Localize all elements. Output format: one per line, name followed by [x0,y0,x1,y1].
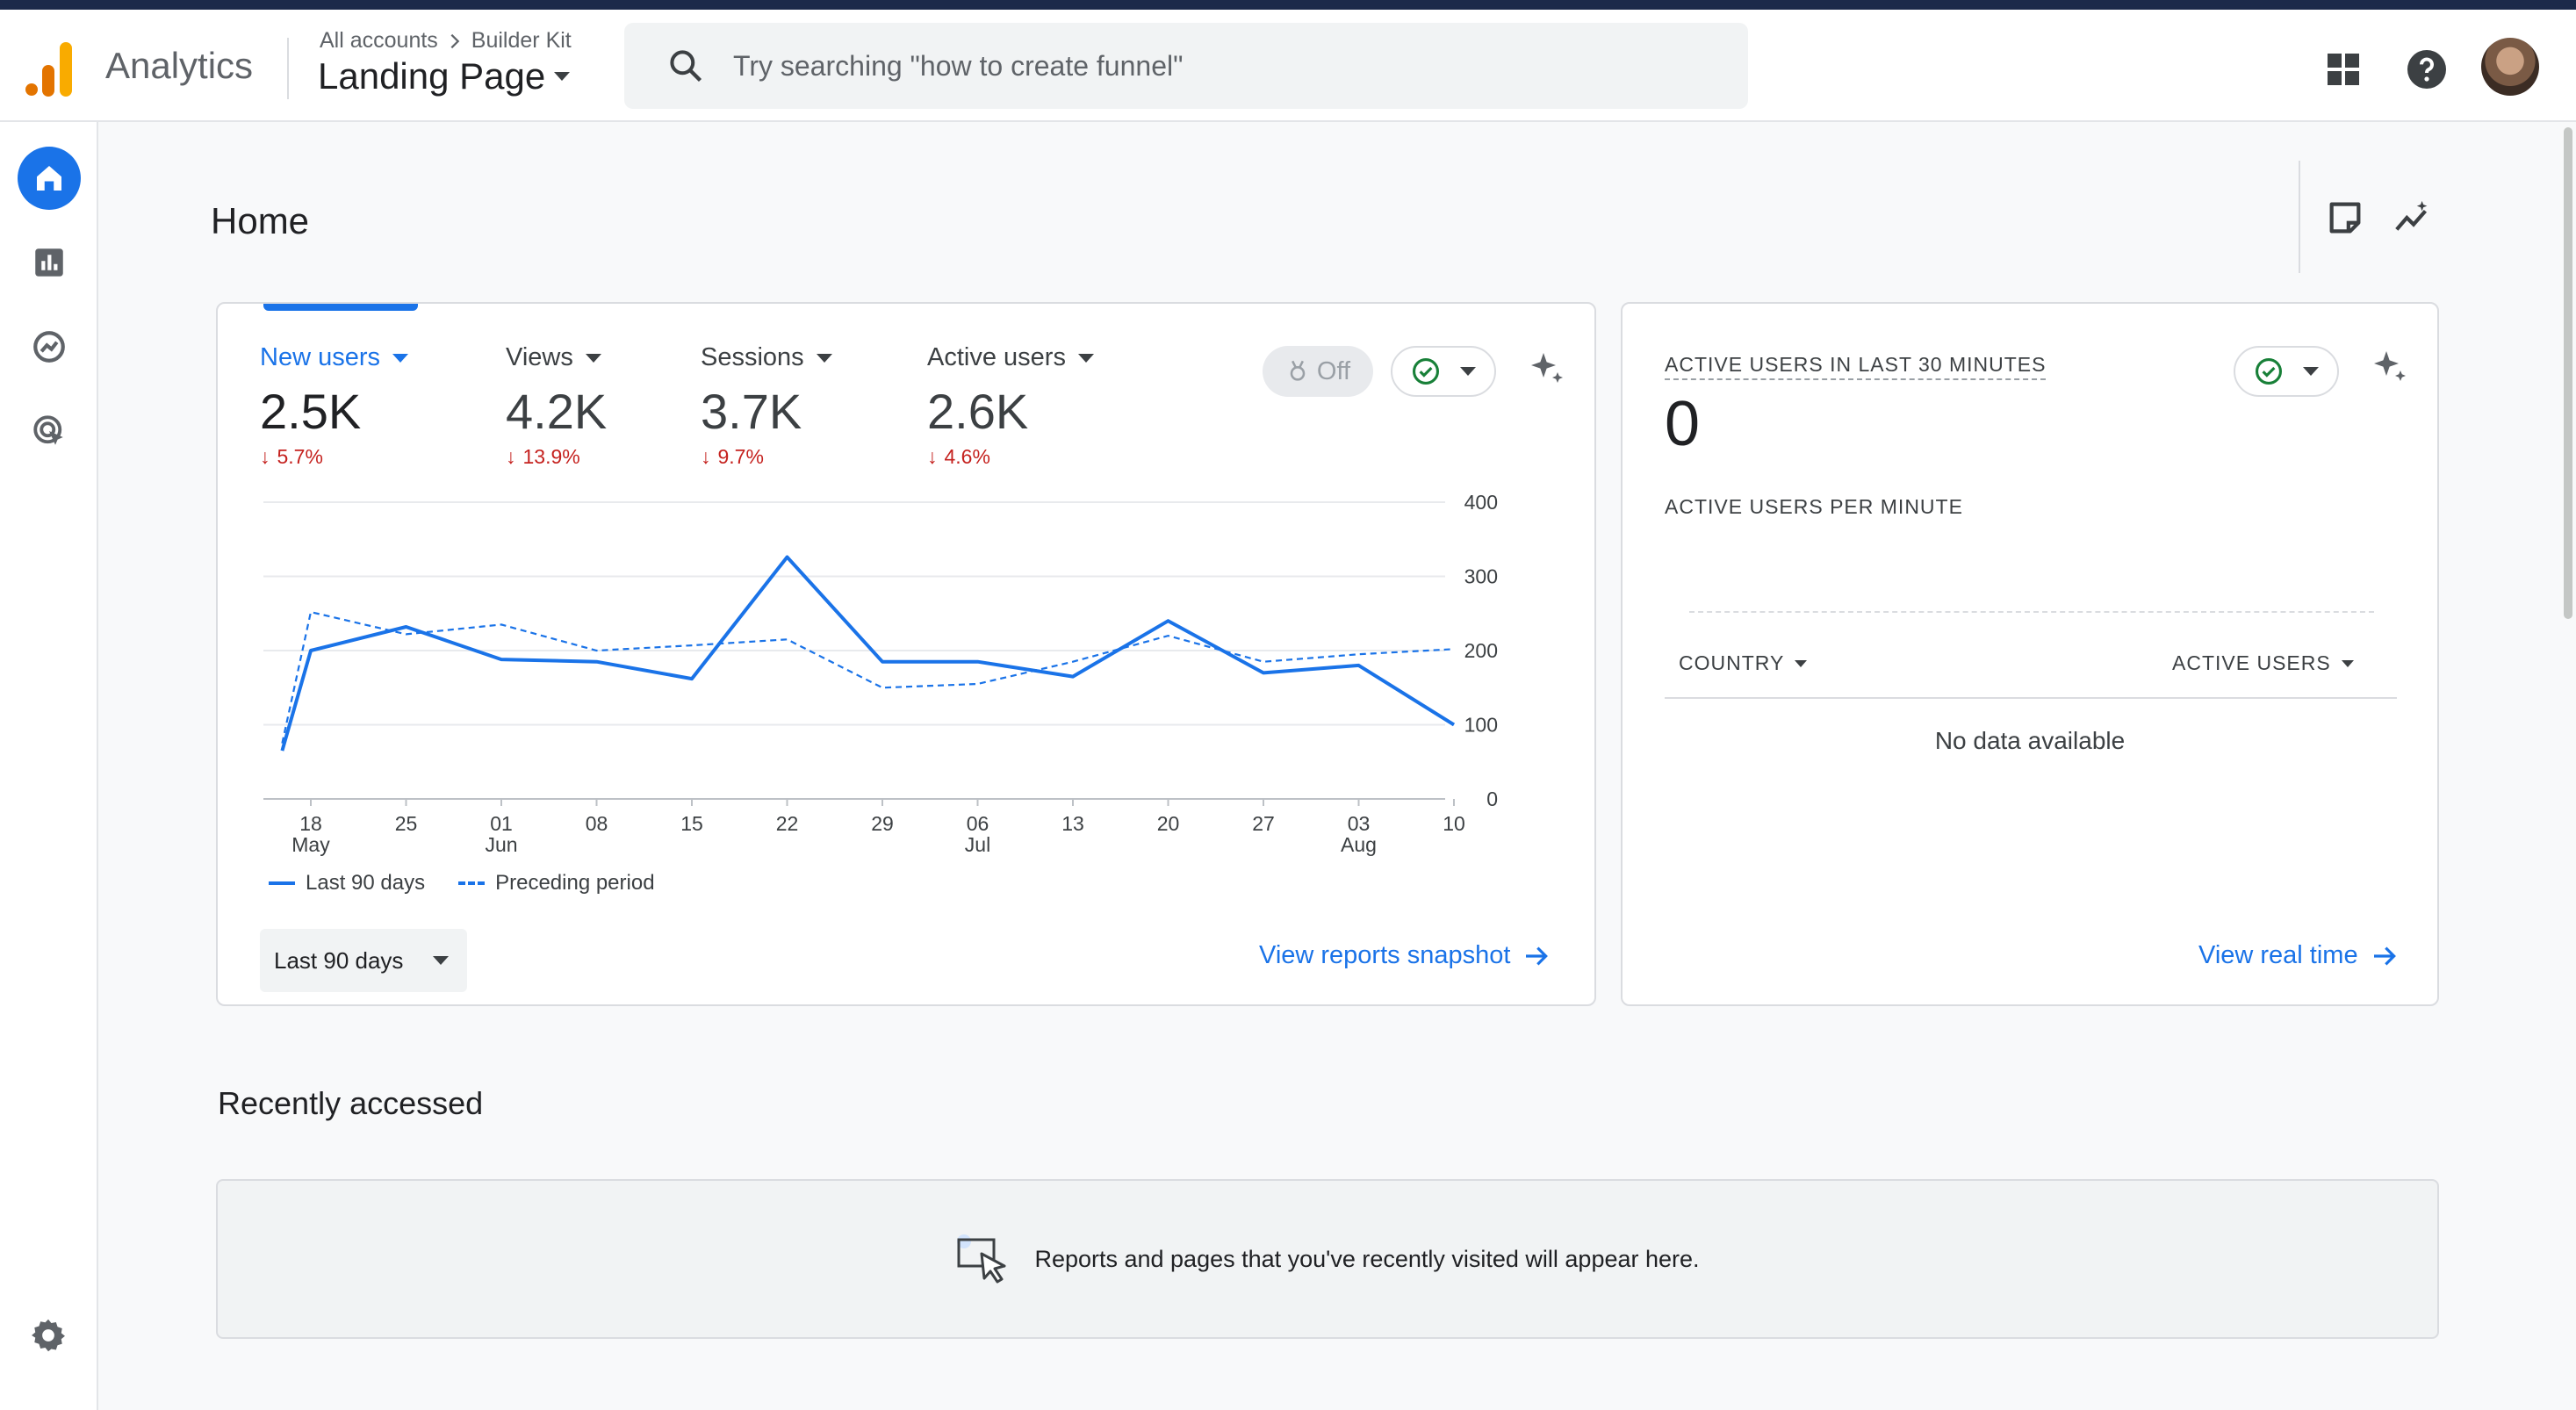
view-real-time-link[interactable]: View real time [2198,941,2399,970]
y-tick-label: 400 [1464,491,1498,514]
sparkle-icon[interactable] [2369,346,2411,388]
nav-home[interactable] [18,147,81,210]
x-tick-month-label: Jun [485,833,517,856]
x-tick-label: 15 [680,812,703,835]
realtime-title[interactable]: ACTIVE USERS IN LAST 30 MINUTES [1665,353,2047,380]
reports-icon [35,248,63,277]
caret-down-icon [433,956,450,965]
header-divider [287,38,289,99]
app-name: Analytics [105,45,254,86]
series-preceding-period-line [281,610,1455,744]
left-nav-rail [0,122,98,1410]
note-icon[interactable] [2325,198,2365,238]
caret-down-icon [2303,367,2319,376]
help-icon[interactable] [2406,48,2448,90]
x-tick-label: 29 [871,812,894,835]
analytics-logo-icon[interactable] [25,39,76,100]
apps-grid-icon[interactable] [2322,48,2364,90]
realtime-subtitle: ACTIVE USERS PER MINUTE [1665,495,1963,518]
home-icon [37,166,61,191]
insights-icon[interactable] [2393,198,2434,238]
x-tick-label: 25 [395,812,418,835]
chart-gridlines [263,501,1445,800]
check-circle-icon [2255,357,2283,385]
search-input[interactable] [733,44,1699,88]
y-tick-label: 200 [1464,639,1498,662]
advertising-icon [33,415,63,445]
recently-accessed-title: Recently accessed [218,1085,484,1121]
search-box[interactable] [624,23,1748,109]
realtime-quality-dropdown[interactable] [2234,346,2339,397]
column-header-active-users[interactable]: ACTIVE USERS [2172,651,2354,675]
breadcrumb-parent[interactable]: All accounts [320,28,438,54]
recently-accessed-panel: Reports and pages that you've recently v… [216,1179,2439,1339]
gear-icon[interactable] [28,1315,68,1356]
cursor-click-icon [957,1234,1006,1284]
explore-icon [33,331,65,363]
breadcrumb-current[interactable]: Builder Kit [471,28,572,54]
legend-solid-swatch [269,881,295,885]
legend-label-preceding: Preceding period [495,871,655,895]
x-tick-label: 22 [776,812,799,835]
x-tick-label: 01 [490,812,513,835]
caret-down-icon [554,72,571,81]
users-trend-chart: 4003002001000 18May25 01Jun08 15 22 29 06Jul1… [263,491,1498,856]
caret-down-icon [1795,659,1808,667]
arrow-right-icon [1526,946,1549,965]
breadcrumb[interactable]: All accounts Builder Kit [320,28,572,54]
caret-down-icon [2341,659,2354,667]
x-tick-label: 08 [586,812,608,835]
y-tick-label: 300 [1464,565,1498,588]
nav-reports[interactable] [18,231,81,294]
x-tick-month-label: Aug [1341,833,1377,856]
x-tick-month-label: Jul [965,833,990,856]
recently-accessed-empty-text: Reports and pages that you've recently v… [1034,1245,1700,1272]
realtime-value: 0 [1665,389,1701,459]
x-tick-label: 06 [967,812,989,835]
arrow-right-icon [2373,946,2396,965]
realtime-empty-bars [1689,611,2374,613]
app-header: Analytics All accounts Builder Kit Landi… [0,10,2576,122]
y-axis-ticks: 400 300 200 100 0 [1464,491,1498,810]
x-tick-label: 03 [1348,812,1371,835]
realtime-card: ACTIVE USERS IN LAST 30 MINUTES 0 ACTIVE… [1621,302,2439,1006]
date-range-dropdown[interactable]: Last 90 days [260,929,467,992]
date-range-label: Last 90 days [274,946,404,974]
search-icon [670,50,702,83]
chevron-right-icon [450,33,460,48]
x-tick-label: 20 [1157,812,1180,835]
page-title: Home [211,200,310,241]
nav-explore[interactable] [18,315,81,378]
x-tick-month-label: May [291,833,330,856]
y-tick-label: 100 [1464,714,1498,737]
x-tick-label: 13 [1061,812,1084,835]
y-tick-label: 0 [1486,788,1498,810]
table-rule [1665,697,2397,699]
legend-label-current: Last 90 days [306,871,426,895]
legend-dashed-swatch [458,881,486,885]
view-reports-snapshot-link[interactable]: View reports snapshot [1259,941,1551,970]
column-header-country[interactable]: COUNTRY [1679,651,1808,675]
top-accent-bar [0,0,2576,10]
page-scrollbar[interactable] [2564,127,2572,619]
x-tick-label: 18 [299,812,322,835]
no-data-message: No data available [1934,727,2126,754]
chart-legend: Last 90 days Preceding period [269,871,655,896]
nav-advertising[interactable] [18,399,81,463]
x-tick-label: 10 [1443,812,1465,835]
series-last-90-days-line [280,555,1456,752]
title-divider [2299,161,2300,273]
x-tick-label: 27 [1252,812,1275,835]
avatar[interactable] [2481,38,2539,96]
x-axis-ticks: 18May 25 01Jun 08 15 22 29 06Jul 13 20 27 03Aug 10 [291,799,1465,856]
property-name: Landing Page [318,55,546,97]
overview-card: New users 2.5K ↓ 5.7% Views 4.2K ↓ 13.9% S… [216,302,1596,1006]
property-selector[interactable]: Landing Page [318,55,571,97]
